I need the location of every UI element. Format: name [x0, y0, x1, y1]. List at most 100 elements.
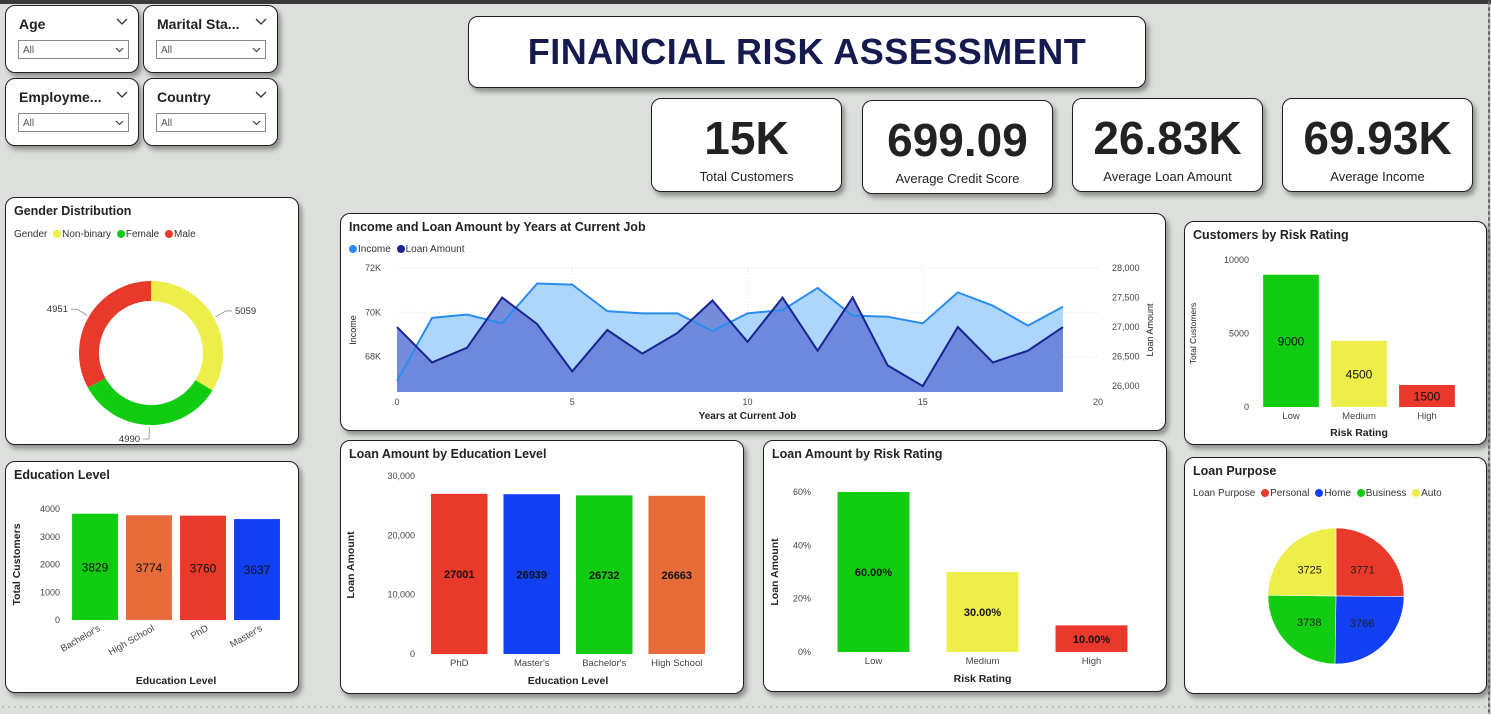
page-border-dots — [1488, 0, 1490, 714]
page-border-dots — [0, 706, 1491, 708]
y2-tick-label: 27,500 — [1112, 293, 1140, 303]
kpi-value: 699.09 — [887, 114, 1028, 166]
loan-by-education-card: Loan Amount by Education Level 0 10,000 20… — [340, 440, 744, 694]
slice — [1335, 527, 1405, 597]
income-loan-area-chart: 68K 70K 72K 26,000 26,500 27,000 27,500 28,000 0… — [348, 263, 1155, 422]
chevron-down-icon[interactable] — [116, 88, 128, 100]
y-axis-label: Total Customers — [1188, 303, 1198, 364]
slicer-country-select[interactable]: All — [156, 113, 266, 132]
kpi-label: Average Loan Amount — [1103, 169, 1232, 184]
chevron-down-icon[interactable] — [255, 88, 267, 100]
x-tick-label: High School — [107, 623, 157, 658]
slicer-employment-value: All — [23, 118, 35, 129]
loan-by-education-bar-chart: 0 10,000 20,000 30,000 27001 PhD 26939 Master's… — [345, 471, 706, 687]
kpi-value: 26.83K — [1093, 112, 1242, 164]
kpi-average-credit-score: 699.09 Average Credit Score — [862, 100, 1053, 194]
slicer-employment-select[interactable]: All — [18, 113, 129, 132]
data-label: 3738 — [1297, 617, 1321, 629]
x-tick-label: 15 — [918, 397, 928, 407]
loan-purpose-pie-chart: 3771 3766 3738 3725 — [1267, 527, 1405, 665]
title-card: FINANCIAL RISK ASSESSMENT — [468, 16, 1146, 88]
income-loan-card: Income and Loan Amount by Years at Curre… — [340, 213, 1166, 431]
slicer-marital-status-select[interactable]: All — [156, 40, 266, 59]
kpi-label: Total Customers — [699, 169, 794, 184]
slicer-employment[interactable]: Employme... All — [5, 78, 139, 146]
data-label: 4500 — [1346, 367, 1373, 381]
data-label: 26732 — [589, 570, 620, 582]
x-tick-label: High — [1417, 411, 1437, 422]
x-tick-label: 20 — [1093, 397, 1103, 407]
data-label: 27001 — [444, 569, 475, 581]
data-label: 1500 — [1414, 390, 1441, 404]
x-tick-label: PhD — [189, 623, 211, 642]
kpi-average-loan-amount: 26.83K Average Loan Amount — [1072, 98, 1263, 192]
slice — [1267, 527, 1337, 597]
y-axis-label: Loan Amount — [345, 531, 357, 599]
y-tick-label: 10,000 — [387, 590, 415, 600]
x-tick-label: 10 — [742, 397, 752, 407]
data-label: 9000 — [1278, 334, 1305, 348]
chevron-down-icon — [115, 47, 124, 53]
slice — [1267, 595, 1337, 665]
y-tick-label: 0 — [1244, 402, 1249, 412]
y-tick-label: 60% — [793, 487, 811, 497]
data-label: 4951 — [47, 304, 68, 315]
y-tick-label: 4000 — [40, 504, 60, 514]
top-bar — [0, 0, 1491, 4]
y2-tick-label: 26,000 — [1112, 381, 1140, 391]
x-axis-label: Risk Rating — [954, 673, 1012, 685]
gender-distribution-card: Gender Distribution Gender Non-binary Fe… — [5, 197, 299, 445]
y-tick-label: 20,000 — [387, 530, 415, 540]
data-label: 3637 — [244, 563, 271, 577]
y-tick-label: 68K — [365, 352, 381, 362]
y-tick-label: 2000 — [40, 560, 60, 570]
x-tick-label: Low — [1282, 411, 1300, 422]
x-tick-label: PhD — [450, 658, 469, 669]
slice — [1334, 595, 1405, 665]
chevron-down-icon — [252, 120, 261, 126]
page-title: FINANCIAL RISK ASSESSMENT — [527, 31, 1087, 72]
slicer-country[interactable]: Country All — [143, 78, 278, 146]
chevron-down-icon[interactable] — [255, 15, 267, 27]
education-level-card: Education Level 0 1000 2000 3000 4000 3829 Bac… — [5, 461, 299, 693]
x-tick-label: High School — [651, 658, 702, 669]
data-label: 26939 — [516, 569, 547, 581]
y-tick-label: 0 — [55, 615, 60, 625]
slicer-age-select[interactable]: All — [18, 40, 129, 59]
y2-axis-label: Loan Amount — [1145, 303, 1155, 357]
slicer-marital-status-value: All — [161, 45, 173, 56]
y-tick-label: 0 — [410, 649, 415, 659]
slicer-age[interactable]: Age All — [5, 5, 139, 73]
customers-by-risk-card: Customers by Risk Rating 0 5000 10000 9000 L… — [1184, 221, 1487, 445]
slicer-age-value: All — [23, 45, 35, 56]
chevron-down-icon[interactable] — [116, 15, 128, 27]
data-label: 3766 — [1350, 618, 1374, 630]
data-label: 30.00% — [964, 607, 1002, 619]
y-axis-label: Total Customers — [11, 523, 23, 605]
leader-line — [215, 310, 233, 318]
data-label: 5059 — [235, 306, 256, 317]
y2-tick-label: 26,500 — [1112, 352, 1140, 362]
slicer-age-label: Age — [19, 16, 46, 32]
kpi-total-customers: 15K Total Customers — [651, 98, 842, 192]
loan-purpose-card: Loan Purpose Loan Purpose Personal Home … — [1184, 457, 1487, 694]
slice — [151, 281, 223, 391]
y-axis-label: Income — [348, 315, 358, 345]
y-tick-label: 10000 — [1224, 255, 1249, 265]
y-tick-label: 1000 — [40, 587, 60, 597]
x-axis-label: Risk Rating — [1330, 427, 1388, 439]
x-tick-label: Bachelor's — [582, 658, 626, 669]
data-label: 3771 — [1350, 565, 1374, 577]
slicer-marital-status[interactable]: Marital Sta... All — [143, 5, 278, 73]
chevron-down-icon — [115, 120, 124, 126]
x-axis-label: Years at Current Job — [699, 411, 797, 422]
chevron-down-icon — [252, 47, 261, 53]
kpi-value: 69.93K — [1303, 112, 1452, 164]
data-label: 26663 — [661, 570, 692, 582]
kpi-average-income: 69.93K Average Income — [1282, 98, 1473, 192]
x-axis-label: Education Level — [136, 675, 217, 687]
y-axis-label: Loan Amount — [769, 538, 781, 606]
x-tick-label: High — [1082, 656, 1102, 667]
x-tick-label: Medium — [1342, 411, 1376, 422]
kpi-label: Average Income — [1330, 169, 1425, 184]
